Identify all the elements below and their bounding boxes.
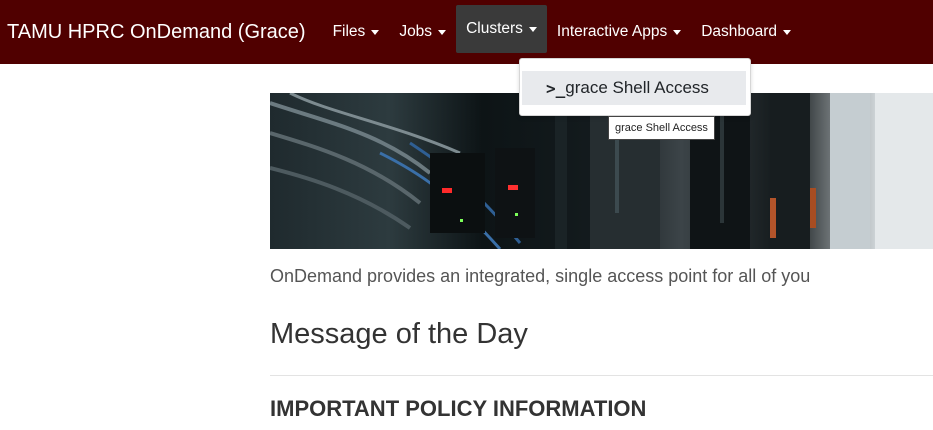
tooltip: grace Shell Access <box>608 116 715 140</box>
intro-text: OnDemand provides an integrated, single … <box>270 266 811 286</box>
nav-clusters-label: Clusters <box>466 20 523 37</box>
server-rack-illustration <box>270 93 933 249</box>
grace-shell-access-item[interactable]: >_ grace Shell Access <box>522 71 746 105</box>
nav-files-label: Files <box>332 23 366 40</box>
caret-down-icon <box>783 29 792 35</box>
nav-interactive-apps[interactable]: Interactive Apps <box>547 0 691 64</box>
caret-down-icon <box>438 29 447 35</box>
nav-menu: Files Jobs Clusters Interactive Apps Das… <box>323 0 801 64</box>
clusters-dropdown-menu: >_ grace Shell Access <box>519 58 751 116</box>
nav-dashboard[interactable]: Dashboard <box>691 0 801 64</box>
hero-server-rack-image <box>270 93 933 249</box>
nav-dashboard-label: Dashboard <box>701 23 778 40</box>
motd-title: Message of the Day <box>270 318 528 350</box>
top-navbar: TAMU HPRC OnDemand (Grace) Files Jobs Cl… <box>0 0 933 64</box>
nav-interactive-apps-label: Interactive Apps <box>556 23 668 40</box>
terminal-prompt-icon: >_ <box>546 78 566 98</box>
nav-jobs-label: Jobs <box>399 23 433 40</box>
caret-down-icon <box>528 26 537 32</box>
caret-down-icon <box>371 29 380 35</box>
nav-jobs[interactable]: Jobs <box>389 0 456 64</box>
nav-clusters[interactable]: Clusters <box>456 5 547 53</box>
grace-shell-access-label: grace Shell Access <box>565 78 709 97</box>
nav-files[interactable]: Files <box>323 0 390 64</box>
caret-down-icon <box>673 29 682 35</box>
divider <box>270 375 933 376</box>
policy-heading: IMPORTANT POLICY INFORMATION <box>270 396 647 421</box>
brand-title[interactable]: TAMU HPRC OnDemand (Grace) <box>7 21 306 44</box>
